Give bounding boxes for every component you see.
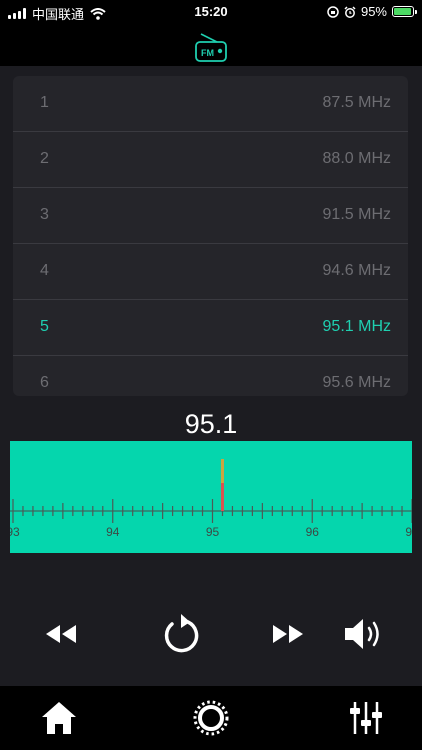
station-row-selected[interactable]: 5 95.1 MHz [13,300,408,356]
fm-radio-icon: FM [195,33,227,62]
tuner-label: 95 [206,525,220,539]
fast-forward-icon[interactable] [271,623,305,645]
alarm-icon [344,5,356,18]
playback-controls [0,606,422,666]
rewind-icon[interactable] [44,623,78,645]
tuner-label: 94 [106,525,120,539]
station-frequency: 91.5 MHz [322,206,391,223]
home-icon[interactable] [40,700,78,736]
main-area: 1 87.5 MHz 2 88.0 MHz 3 91.5 MHz 4 94.6 … [0,66,422,686]
tab-bar [0,686,422,750]
tuner-label: 93 [10,525,20,539]
tuner-scale[interactable]: 93 94 95 96 97 [10,441,412,553]
status-right: 95% [327,4,417,19]
station-row[interactable]: 3 91.5 MHz [13,188,408,244]
tuner-label: 96 [306,525,320,539]
equalizer-icon[interactable] [349,700,383,736]
battery-percent: 95% [360,4,387,19]
station-row[interactable]: 4 94.6 MHz [13,244,408,300]
settings-icon[interactable] [193,700,229,736]
station-row[interactable]: 6 95.6 MHz [13,356,408,396]
volume-icon[interactable] [343,616,387,652]
tuner-needle-highlight [220,459,224,483]
station-number: 4 [40,262,49,279]
station-row[interactable]: 1 87.5 MHz [13,76,408,132]
station-list[interactable]: 1 87.5 MHz 2 88.0 MHz 3 91.5 MHz 4 94.6 … [13,76,408,396]
station-number: 3 [40,206,49,223]
station-number: 2 [40,150,49,167]
battery-icon [392,6,417,17]
svg-text:FM: FM [201,48,214,58]
tuner-dial[interactable]: 93 94 95 96 97 [10,441,412,553]
header: FM [0,24,422,66]
station-frequency: 95.6 MHz [322,374,391,391]
station-number: 6 [40,374,49,391]
station-frequency: 87.5 MHz [322,94,391,111]
status-bar: 中国联通 15:20 95% [0,0,422,24]
orientation-lock-icon [327,5,339,18]
refresh-icon[interactable] [160,613,202,655]
station-number: 5 [40,318,49,335]
station-number: 1 [40,94,49,111]
station-frequency: 88.0 MHz [322,150,391,167]
station-frequency: 94.6 MHz [322,262,391,279]
station-row[interactable]: 2 88.0 MHz [13,132,408,188]
station-frequency: 95.1 MHz [322,318,391,335]
tuner-label: 97 [405,525,412,539]
current-frequency: 95.1 [184,409,238,439]
